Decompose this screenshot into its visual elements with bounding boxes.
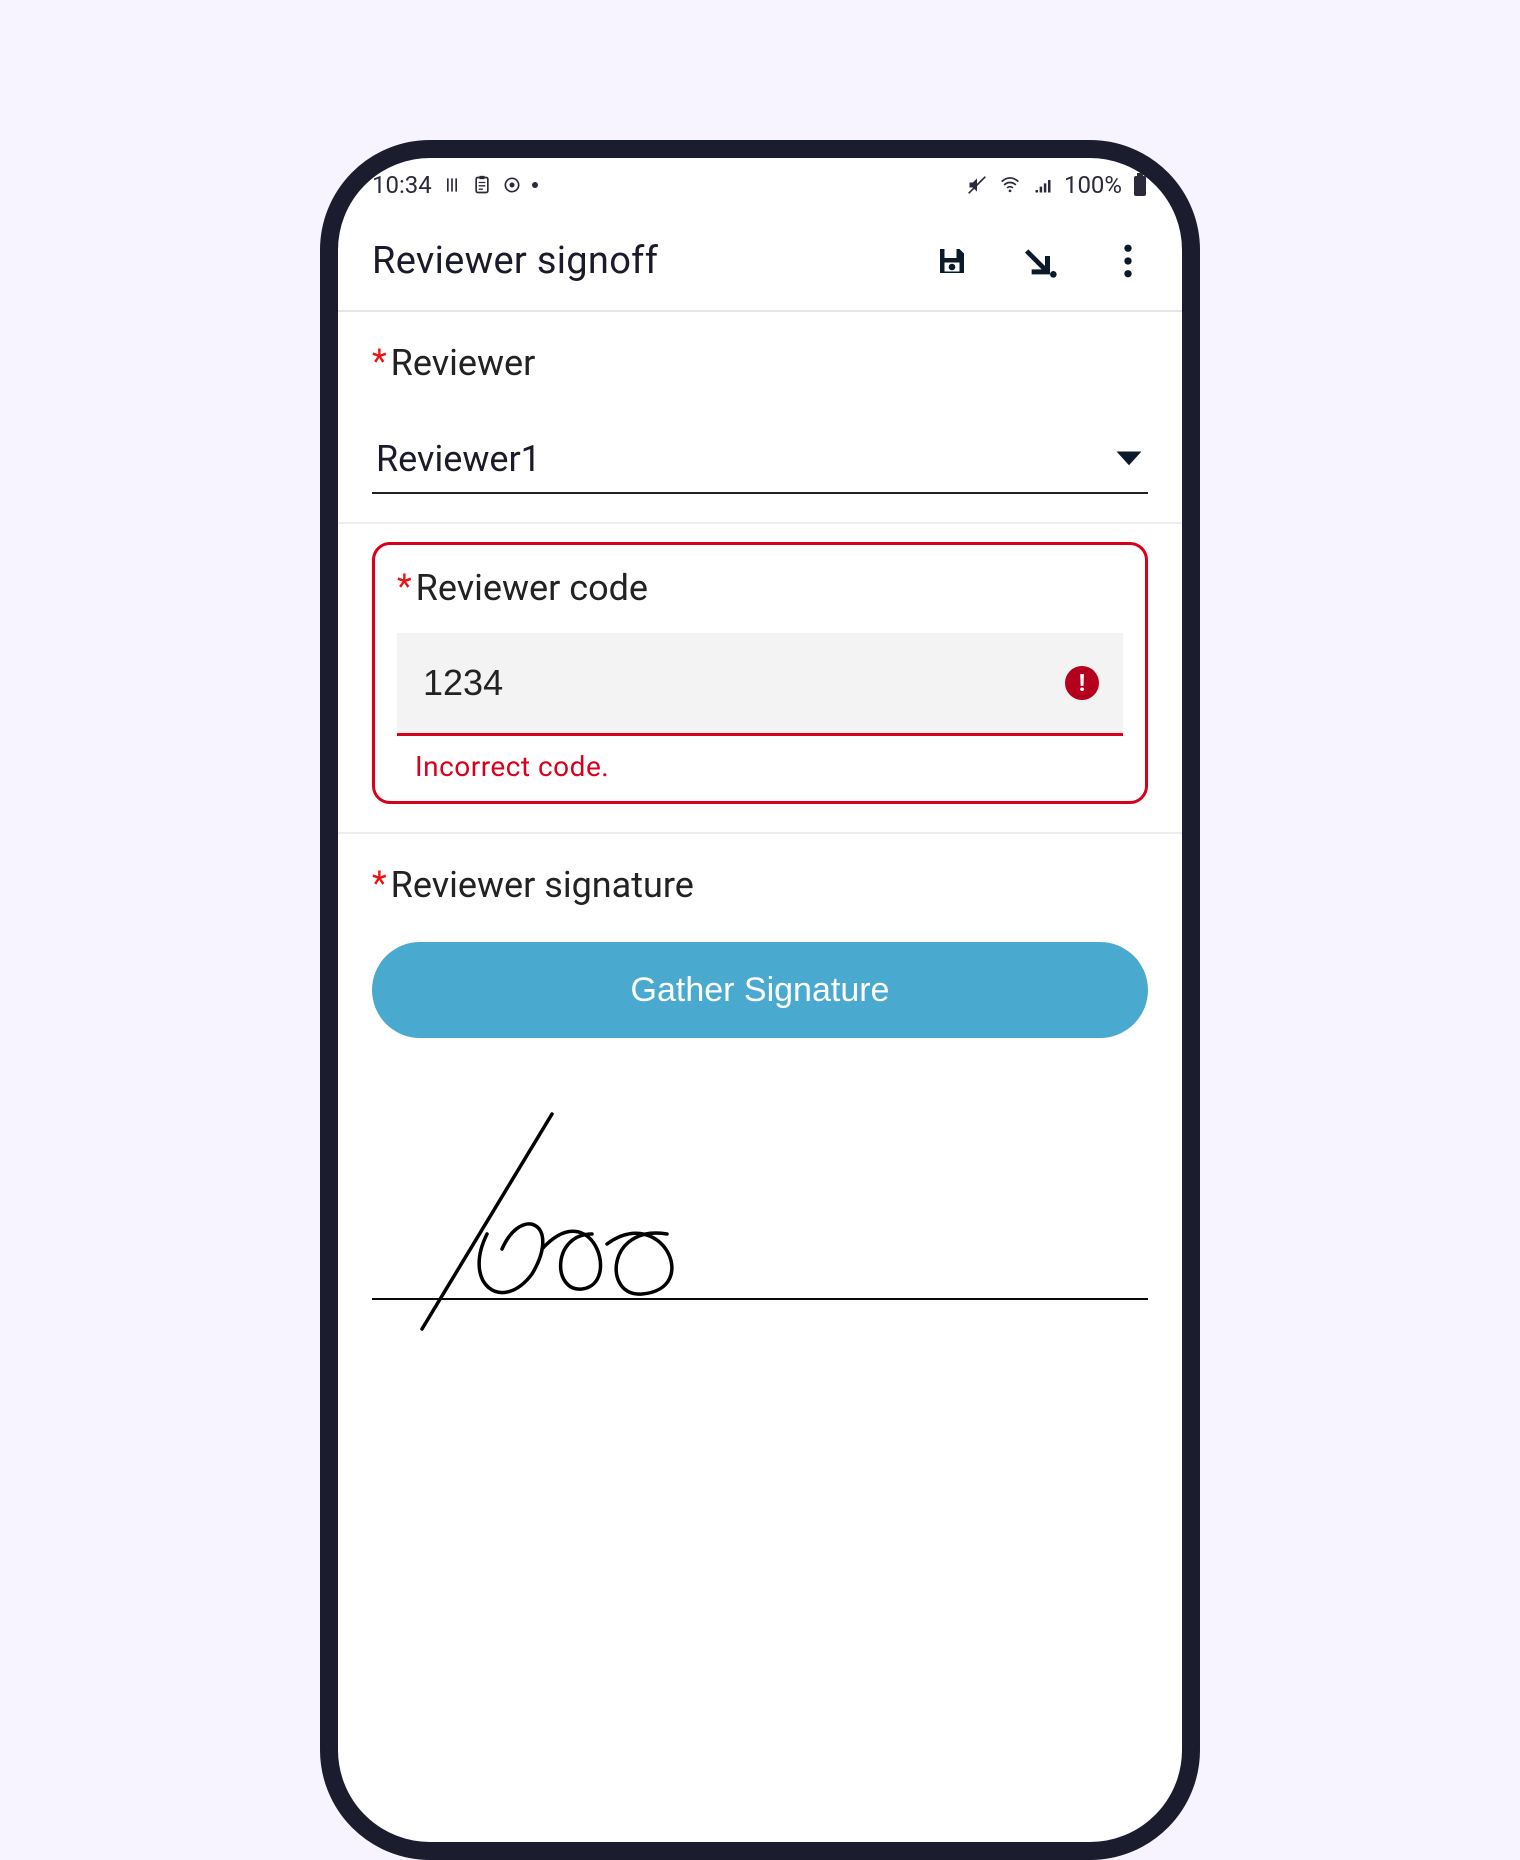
app-bar: Reviewer signoff <box>338 212 1182 312</box>
save-icon[interactable] <box>932 241 972 281</box>
reviewer-code-input[interactable] <box>421 661 1065 705</box>
status-battery: 100% <box>1064 171 1122 199</box>
phone-frame: 10:34 100% <box>320 140 1200 1860</box>
signature-preview <box>372 1084 1148 1314</box>
reviewer-select[interactable]: Reviewer1 <box>372 438 1148 494</box>
sync-icon <box>502 175 522 195</box>
clipboard-icon <box>472 174 492 196</box>
battery-icon <box>1132 173 1148 197</box>
status-time: 10:34 <box>372 171 432 199</box>
required-mark: * <box>372 342 387 382</box>
reviewer-label: Reviewer <box>391 342 536 384</box>
activity-icon <box>442 175 462 195</box>
signature-section: *Reviewer signature Gather Signature <box>338 834 1182 1342</box>
gather-signature-button[interactable]: Gather Signature <box>372 942 1148 1038</box>
reviewer-code-label: Reviewer code <box>416 567 648 609</box>
page-title: Reviewer signoff <box>372 239 932 283</box>
error-frame: *Reviewer code ! Incorrect code. <box>372 542 1148 804</box>
wifi-icon <box>998 175 1022 195</box>
reviewer-section: *Reviewer Reviewer1 <box>338 312 1182 524</box>
signature-line <box>372 1298 1148 1300</box>
required-mark: * <box>397 567 412 607</box>
reviewer-code-field[interactable]: ! <box>397 633 1123 736</box>
signal-icon <box>1032 175 1054 195</box>
arrow-down-right-icon[interactable] <box>1020 241 1060 281</box>
reviewer-selected: Reviewer1 <box>376 438 541 480</box>
reviewer-code-section: *Reviewer code ! Incorrect code. <box>338 524 1182 834</box>
error-message: Incorrect code. <box>397 736 1123 783</box>
error-icon: ! <box>1065 666 1099 700</box>
signature-label: Reviewer signature <box>391 864 694 906</box>
required-mark: * <box>372 864 387 904</box>
chevron-down-icon <box>1114 449 1144 469</box>
status-bar: 10:34 100% <box>338 158 1182 212</box>
dot-icon <box>532 182 538 188</box>
more-vert-icon[interactable] <box>1108 241 1148 281</box>
mute-icon <box>966 175 988 195</box>
